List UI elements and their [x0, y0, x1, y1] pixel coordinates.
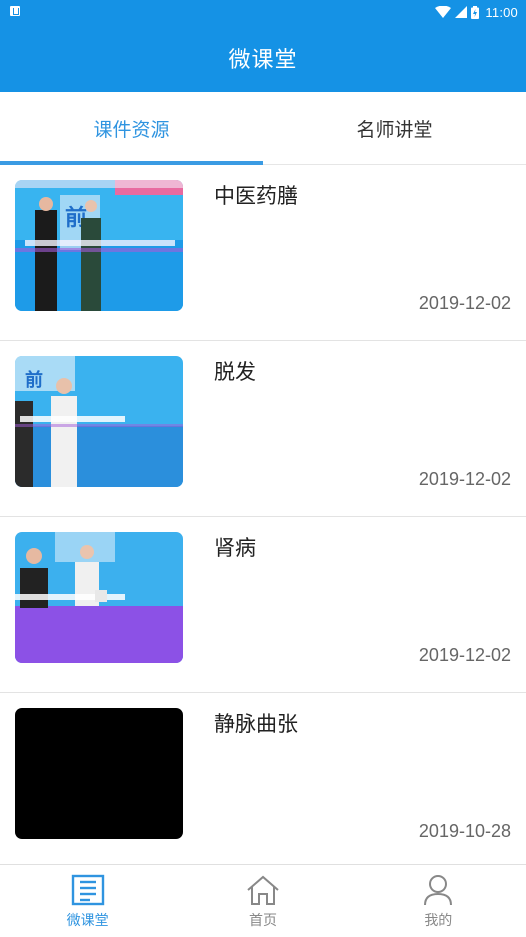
video-thumbnail[interactable]: [15, 708, 183, 839]
notification-icon: [10, 6, 20, 16]
tab-courseware[interactable]: 课件资源: [0, 92, 263, 165]
video-thumbnail[interactable]: 前: [15, 180, 183, 311]
nav-mine[interactable]: 我的: [351, 865, 526, 937]
nav-label: 微课堂: [66, 913, 109, 929]
course-title: 肾病: [214, 536, 256, 560]
nav-label: 首页: [248, 913, 277, 929]
tab-famous-teachers[interactable]: 名师讲堂: [263, 92, 526, 164]
list-item[interactable]: 前 脱发 2019-12-02: [0, 341, 526, 517]
course-date: 2019-10-28: [418, 821, 511, 841]
signal-icon: [455, 6, 468, 18]
course-date: 2019-12-02: [418, 645, 511, 665]
list-item[interactable]: 前 中医药膳 2019-12-02: [0, 165, 526, 341]
list-item[interactable]: 静脉曲张 2019-10-28: [0, 693, 526, 865]
bottom-nav: 微课堂 首页 我的: [0, 864, 526, 937]
status-right: 11:00: [435, 3, 518, 21]
course-date: 2019-12-02: [418, 293, 511, 313]
user-icon: [424, 875, 453, 906]
nav-micro-class[interactable]: 微课堂: [0, 865, 175, 937]
video-thumbnail[interactable]: [15, 532, 183, 663]
page-title: 微课堂: [228, 48, 298, 73]
nav-home[interactable]: 首页: [175, 865, 350, 937]
battery-icon: [471, 5, 480, 19]
tab-label: 课件资源: [93, 118, 170, 141]
nav-label: 我的: [424, 913, 453, 929]
tab-label: 名师讲堂: [356, 118, 433, 141]
course-date: 2019-12-02: [418, 469, 511, 489]
list-item[interactable]: 肾病 2019-12-02: [0, 517, 526, 693]
course-title: 中医药膳: [214, 184, 298, 208]
svg-text:前: 前: [25, 369, 43, 391]
status-bar: 11:00: [0, 0, 526, 24]
tab-bar: 课件资源 名师讲堂: [0, 92, 526, 165]
course-title: 脱发: [214, 360, 256, 384]
home-icon: [247, 875, 279, 905]
video-thumbnail[interactable]: 前: [15, 356, 183, 487]
app-header: 微课堂: [0, 24, 526, 92]
news-icon: [71, 874, 104, 906]
course-list: 前 中医药膳 2019-12-02 前 脱发 2019-12-02 肾病 201…: [0, 165, 526, 865]
course-title: 静脉曲张: [214, 712, 298, 736]
wifi-icon: [435, 6, 452, 18]
status-time: 11:00: [485, 4, 518, 20]
